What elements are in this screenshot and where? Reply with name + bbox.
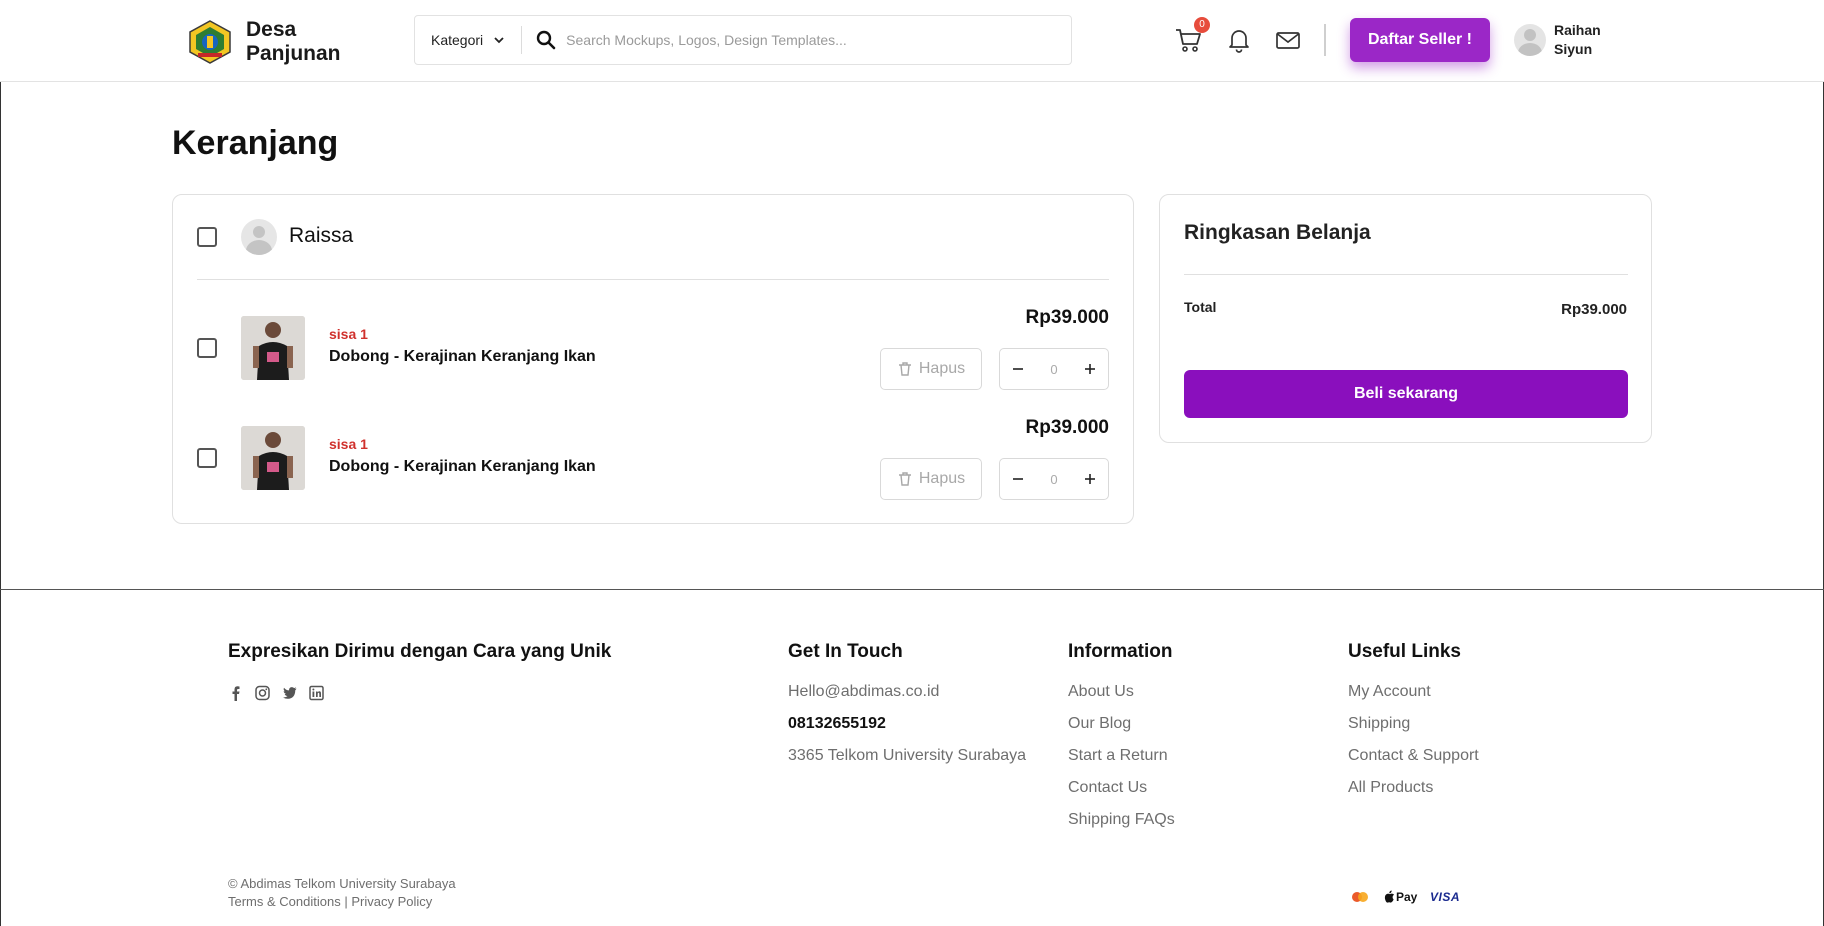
chevron-down-icon [494,37,504,44]
quantity-stepper [999,458,1109,500]
minus-icon [1013,478,1023,480]
contact-phone: 08132655192 [788,715,886,732]
quantity-input[interactable] [1036,361,1072,377]
plus-icon [1085,474,1095,484]
product-image-icon [241,316,305,380]
information-heading: Information [1068,641,1173,662]
decrease-quantity-button[interactable] [1000,349,1036,389]
minus-icon [1013,368,1023,370]
user-menu[interactable]: Raihan Siyun [1514,21,1601,59]
product-thumbnail[interactable] [241,316,305,380]
product-thumbnail[interactable] [241,426,305,490]
seller-avatar [241,219,277,255]
facebook-icon[interactable] [228,685,243,701]
decrease-quantity-button[interactable] [1000,459,1036,499]
increase-quantity-button[interactable] [1072,459,1108,499]
brand-logo[interactable]: Desa Panjunan [188,18,341,66]
header-divider [1324,24,1326,56]
my-account-link[interactable]: My Account [1348,683,1431,701]
product-image-icon [241,426,305,490]
stock-label: sisa 1 [329,326,368,342]
footer-divider [0,589,1824,590]
register-seller-button[interactable]: Daftar Seller ! [1350,18,1490,62]
contact-address: 3365 Telkom University Surabaya [788,747,1027,764]
delete-label: Hapus [918,360,966,377]
visa-label: VISA [1430,890,1461,904]
get-in-touch-heading: Get In Touch [788,641,903,662]
user-last-name: Siyun [1554,41,1593,57]
search-bar: Kategori [414,15,1072,65]
shipping-link[interactable]: Shipping [1348,715,1410,733]
product-name[interactable]: Dobong - Kerajinan Keranjang Ikan [329,348,596,366]
cart-item: sisa 1 Dobong - Kerajinan Keranjang Ikan… [173,417,1133,516]
order-summary-card: Ringkasan Belanja Total Rp39.000 Beli se… [1159,194,1652,443]
avatar [1514,24,1546,56]
privacy-link[interactable]: Privacy Policy [351,894,432,909]
summary-title: Ringkasan Belanja [1184,221,1371,244]
total-label: Total [1184,299,1217,315]
summary-divider [1184,274,1628,275]
buy-now-button[interactable]: Beli sekarang [1184,370,1628,418]
brand-name-line2: Panjunan [246,42,341,65]
cart-card: Raissa sisa 1 Dobong - Kerajinan Keranja… [172,194,1134,524]
brand-name-line1: Desa [246,18,297,41]
quantity-stepper [999,348,1109,390]
terms-link[interactable]: Terms & Conditions [228,894,341,909]
contact-us-link[interactable]: Contact Us [1068,779,1147,797]
mastercard-icon [1350,889,1370,905]
useful-links-heading: Useful Links [1348,641,1461,662]
contact-email-link[interactable]: Hello@abdimas.co.id [788,683,939,701]
seller-name: Raissa [289,224,354,247]
top-navbar: Desa Panjunan Kategori 0 Daftar Seller ! [0,0,1824,82]
instagram-icon[interactable] [255,685,270,701]
contact-support-link[interactable]: Contact & Support [1348,747,1479,765]
delete-label: Hapus [918,470,966,487]
category-dropdown[interactable]: Kategori [415,26,523,54]
bell-icon[interactable] [1225,26,1253,54]
legal-separator: | [344,894,348,909]
legal-links: Terms & Conditions | Privacy Policy [228,894,432,909]
total-value: Rp39.000 [1561,301,1627,318]
twitter-icon[interactable] [282,685,297,701]
item-checkbox[interactable] [197,448,217,468]
increase-quantity-button[interactable] [1072,349,1108,389]
village-emblem-icon [189,20,231,64]
cart-count-badge: 0 [1194,17,1210,33]
quantity-input[interactable] [1036,471,1072,487]
item-checkbox[interactable] [197,338,217,358]
search-input[interactable] [566,32,1067,48]
visa-icon: VISA [1430,889,1460,905]
user-first-name: Raihan [1554,22,1601,38]
mail-icon[interactable] [1274,26,1302,54]
apple-pay-icon: Pay [1384,889,1417,905]
shipping-faqs-link[interactable]: Shipping FAQs [1068,811,1175,829]
product-price: Rp39.000 [1025,307,1109,328]
delete-item-button[interactable]: Hapus [880,348,982,390]
search-icon[interactable] [536,30,556,50]
about-us-link[interactable]: About Us [1068,683,1134,701]
category-label: Kategori [431,32,484,48]
social-links [228,685,324,701]
copyright-text: © Abdimas Telkom University Surabaya [228,876,456,891]
product-name[interactable]: Dobong - Kerajinan Keranjang Ikan [329,458,596,476]
all-products-link[interactable]: All Products [1348,779,1433,797]
our-blog-link[interactable]: Our Blog [1068,715,1131,733]
stock-label: sisa 1 [329,436,368,452]
trash-icon [898,362,911,376]
trash-icon [898,472,911,486]
card-divider [197,279,1109,280]
select-all-seller-checkbox[interactable] [197,227,217,247]
footer-tagline: Expresikan Dirimu dengan Cara yang Unik [228,641,612,662]
apple-pay-label: Pay [1396,890,1418,904]
linkedin-icon[interactable] [309,685,324,701]
product-price: Rp39.000 [1025,417,1109,438]
page-title: Keranjang [172,124,339,162]
delete-item-button[interactable]: Hapus [880,458,982,500]
plus-icon [1085,364,1095,374]
start-return-link[interactable]: Start a Return [1068,747,1168,765]
cart-item: sisa 1 Dobong - Kerajinan Keranjang Ikan… [173,307,1133,406]
